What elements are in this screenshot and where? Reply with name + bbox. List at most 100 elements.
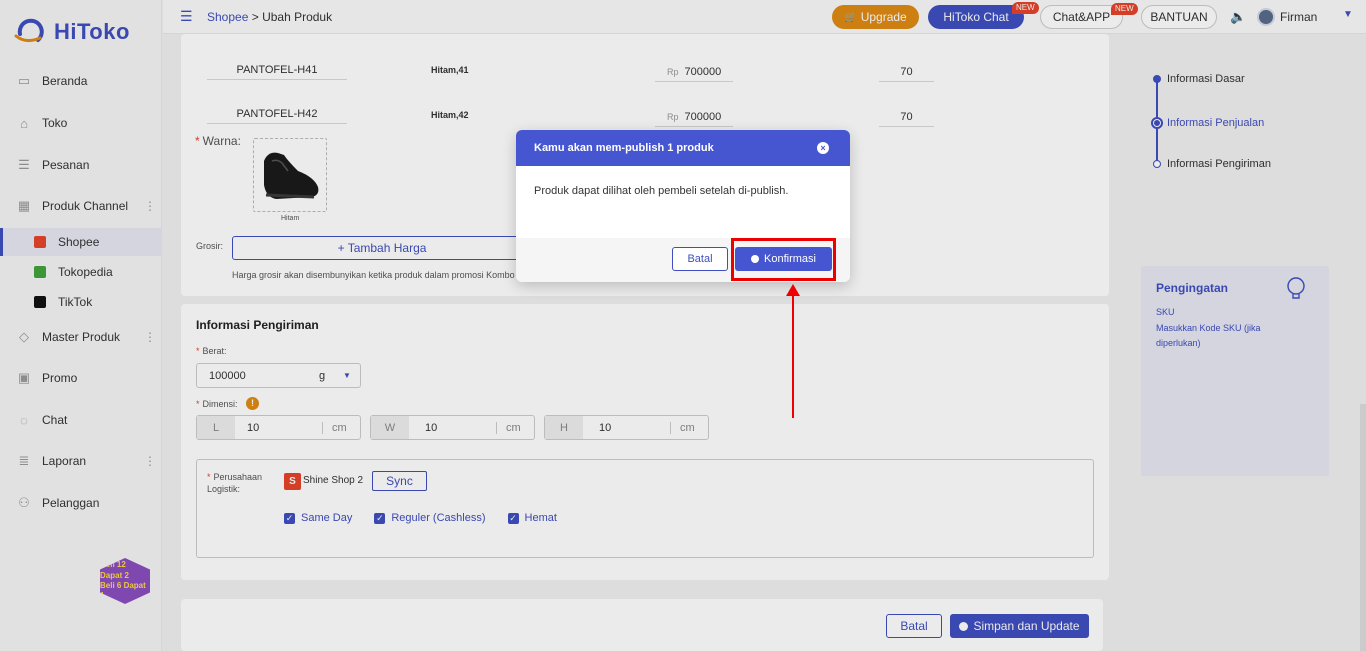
- info-icon[interactable]: !: [246, 397, 259, 410]
- reminder-subtitle: SKU: [1156, 307, 1175, 317]
- scrollbar-thumb[interactable]: [1360, 404, 1366, 651]
- avatar[interactable]: [1257, 8, 1275, 26]
- sidebar-item-label: Produk Channel: [42, 199, 129, 213]
- stock-value: 70: [900, 110, 913, 123]
- sidebar-item-label: Pelanggan: [42, 496, 100, 510]
- sku-value: PANTOFEL-H42: [236, 107, 318, 120]
- reguler-checkbox[interactable]: ✓ Reguler (Cashless): [374, 512, 486, 524]
- modal-message: Produk dapat dilihat oleh pembeli setela…: [534, 185, 789, 197]
- sidebar-subitem-tokopedia[interactable]: Tokopedia: [0, 258, 162, 286]
- variant-name: Hitam,42: [431, 110, 469, 120]
- breadcrumb-current: Ubah Produk: [262, 10, 333, 24]
- stock-input[interactable]: 70: [879, 62, 934, 82]
- promo-badge[interactable]: Beli 12 Dapat 2 Beli 6 Dapat 1: [100, 558, 150, 604]
- logo-text: HiToko: [54, 19, 130, 44]
- hitoko-chat-label: HiToko Chat: [943, 10, 1009, 24]
- sync-button[interactable]: Sync: [372, 471, 427, 491]
- monitor-icon: ▭: [17, 73, 31, 88]
- menu-icon[interactable]: ☰: [180, 9, 194, 23]
- sidebar-item-label: Promo: [42, 371, 78, 385]
- save-update-button[interactable]: Simpan dan Update: [950, 614, 1089, 638]
- sync-label: Sync: [386, 474, 413, 488]
- step-dot: [1153, 160, 1161, 168]
- currency-label: Rp: [667, 111, 679, 122]
- sidebar-subitem-label: Tokopedia: [58, 265, 113, 279]
- upgrade-button[interactable]: 🛒 Upgrade: [832, 5, 919, 29]
- length-input[interactable]: L 10 cm: [196, 415, 361, 440]
- more-icon[interactable]: ⋮: [144, 454, 156, 468]
- sidebar-subitem-tiktok[interactable]: TikTok: [0, 288, 162, 316]
- sidebar: HiToko ▭ Beranda ⌂ Toko ☰ Pesanan ▦ Prod…: [0, 0, 162, 651]
- option-label: Reguler (Cashless): [391, 512, 486, 524]
- check-circle-icon: [959, 621, 969, 631]
- breadcrumb: Shopee > Ubah Produk: [207, 10, 332, 24]
- sidebar-item-label: Chat: [42, 413, 68, 427]
- price-input[interactable]: Rp 700000: [655, 107, 733, 127]
- modal-title: Kamu akan mem-publish 1 produk: [534, 142, 714, 154]
- bantuan-button[interactable]: BANTUAN: [1141, 5, 1217, 29]
- sidebar-item-beranda[interactable]: ▭ Beranda: [0, 66, 162, 96]
- sidebar-item-toko[interactable]: ⌂ Toko: [0, 108, 162, 138]
- shopee-icon: [34, 236, 46, 248]
- report-icon: ≣: [18, 453, 30, 468]
- chat-app-button[interactable]: Chat&APP NEW: [1040, 3, 1138, 29]
- step-item[interactable]: Informasi Pengiriman: [1150, 158, 1271, 170]
- sidebar-item-label: Laporan: [42, 454, 87, 468]
- chevron-down-icon[interactable]: ▼: [1343, 9, 1353, 20]
- width-input[interactable]: W 10 cm: [370, 415, 535, 440]
- promo-badge-line: Beli 12 Dapat 2: [100, 560, 129, 580]
- lightbulb-icon: [1285, 276, 1307, 302]
- logo[interactable]: HiToko: [14, 18, 130, 46]
- sku-input[interactable]: PANTOFEL-H42: [207, 104, 347, 124]
- modal-body: Produk dapat dilihat oleh pembeli setela…: [516, 166, 850, 238]
- cancel-button[interactable]: Batal: [886, 614, 942, 638]
- grosir-note: Harga grosir akan disembunyikan ketika p…: [232, 270, 515, 280]
- arrow-line: [792, 292, 794, 418]
- store-icon: ⌂: [20, 115, 28, 131]
- option-label: Same Day: [301, 512, 353, 524]
- price-input[interactable]: Rp 700000: [655, 62, 733, 82]
- axis-label: H: [545, 416, 583, 439]
- axis-label: W: [371, 416, 409, 439]
- more-icon[interactable]: ⋮: [144, 199, 156, 213]
- reminder-text: Masukkan Kode SKU (jika diperlukan): [1156, 323, 1261, 348]
- breadcrumb-link[interactable]: Shopee: [207, 10, 248, 24]
- sidebar-item-pelanggan[interactable]: ⚇ Pelanggan: [0, 488, 162, 518]
- color-image-slot[interactable]: [253, 138, 327, 212]
- add-wholesale-price-button[interactable]: + Tambah Harga: [232, 236, 532, 260]
- sidebar-item-chat[interactable]: ◌ Chat: [0, 405, 162, 435]
- hemat-checkbox[interactable]: ✓ Hemat: [507, 512, 557, 524]
- logo-icon: [14, 18, 48, 46]
- close-icon[interactable]: ×: [817, 142, 829, 154]
- sku-input[interactable]: PANTOFEL-H41: [207, 60, 347, 80]
- modal-cancel-button[interactable]: Batal: [672, 247, 728, 271]
- user-name[interactable]: Firman: [1280, 10, 1317, 24]
- sidebar-item-pesanan[interactable]: ☰ Pesanan: [0, 150, 162, 180]
- option-label: Hemat: [524, 512, 557, 524]
- more-icon[interactable]: ⋮: [144, 330, 156, 344]
- stock-value: 70: [900, 65, 913, 78]
- hitoko-chat-button[interactable]: HiToko Chat NEW: [928, 2, 1039, 29]
- step-item-active[interactable]: Informasi Penjualan: [1150, 117, 1264, 129]
- chat-app-label: Chat&APP: [1052, 10, 1111, 24]
- save-update-label: Simpan dan Update: [973, 619, 1080, 633]
- chevron-down-icon[interactable]: ▼: [343, 371, 351, 380]
- stock-input[interactable]: 70: [879, 107, 934, 127]
- sidebar-item-promo[interactable]: ▣ Promo: [0, 363, 162, 393]
- sidebar-item-laporan[interactable]: ≣ Laporan ⋮: [0, 446, 162, 476]
- height-input[interactable]: H 10 cm: [544, 415, 709, 440]
- sidebar-subitem-shopee[interactable]: Shopee: [0, 228, 162, 256]
- sidebar-item-master-produk[interactable]: ◇ Master Produk ⋮: [0, 322, 162, 352]
- customer-icon: ⚇: [18, 495, 30, 510]
- same-day-checkbox[interactable]: ✓ Same Day: [284, 512, 352, 524]
- weight-input[interactable]: 100000 g ▼: [196, 363, 361, 388]
- sidebar-item-produk-channel[interactable]: ▦ Produk Channel ⋮: [0, 191, 162, 221]
- step-label: Informasi Dasar: [1167, 73, 1245, 85]
- currency-label: Rp: [667, 66, 679, 77]
- berat-label: Berat:: [196, 346, 227, 356]
- speaker-icon[interactable]: 🔈: [1230, 9, 1246, 25]
- grid-icon: ▦: [17, 198, 31, 213]
- price-value: 700000: [684, 110, 722, 123]
- reminder-title: Pengingatan: [1156, 281, 1229, 295]
- step-item[interactable]: Informasi Dasar: [1150, 73, 1245, 85]
